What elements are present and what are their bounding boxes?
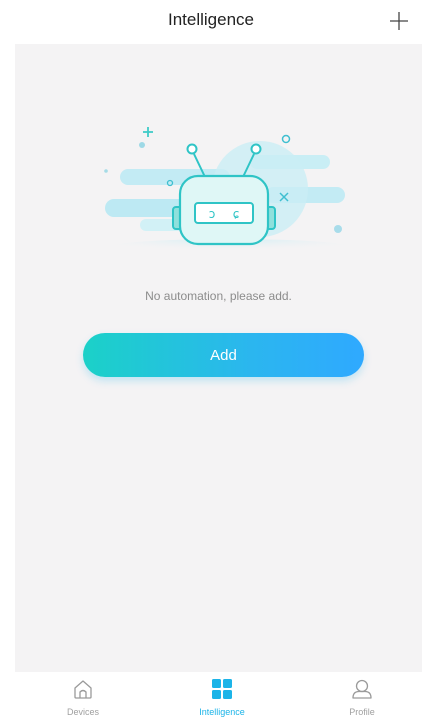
svg-text:ↄ: ↄ	[209, 207, 216, 221]
tab-bar: Devices Intelligence Profile	[0, 672, 422, 717]
grid-icon	[209, 676, 235, 702]
plus-icon	[390, 12, 408, 30]
add-button-label: Add	[210, 346, 237, 364]
robot-illustration: ↄ ɕ	[100, 127, 360, 259]
add-automation-button[interactable]	[384, 6, 414, 36]
page-title: Intelligence	[167, 10, 254, 29]
screen: Intelligence ↄ ɕ No automation, please a…	[0, 0, 422, 717]
header: Intelligence	[0, 0, 422, 44]
svg-text:ɕ: ɕ	[233, 207, 240, 221]
tab-profile-label: Profile	[349, 707, 375, 717]
tab-intelligence-label: Intelligence	[199, 707, 245, 717]
tab-profile[interactable]: Profile	[317, 676, 407, 717]
add-button[interactable]: Add	[83, 333, 364, 377]
home-icon	[70, 676, 96, 702]
tab-devices-label: Devices	[66, 707, 99, 717]
empty-state-message: No automation, please add.	[145, 289, 292, 303]
person-icon	[349, 676, 375, 702]
tab-intelligence[interactable]: Intelligence	[177, 676, 267, 717]
main-content: ↄ ɕ No automation, please add. Add	[15, 44, 422, 672]
tab-devices[interactable]: Devices	[38, 676, 128, 717]
